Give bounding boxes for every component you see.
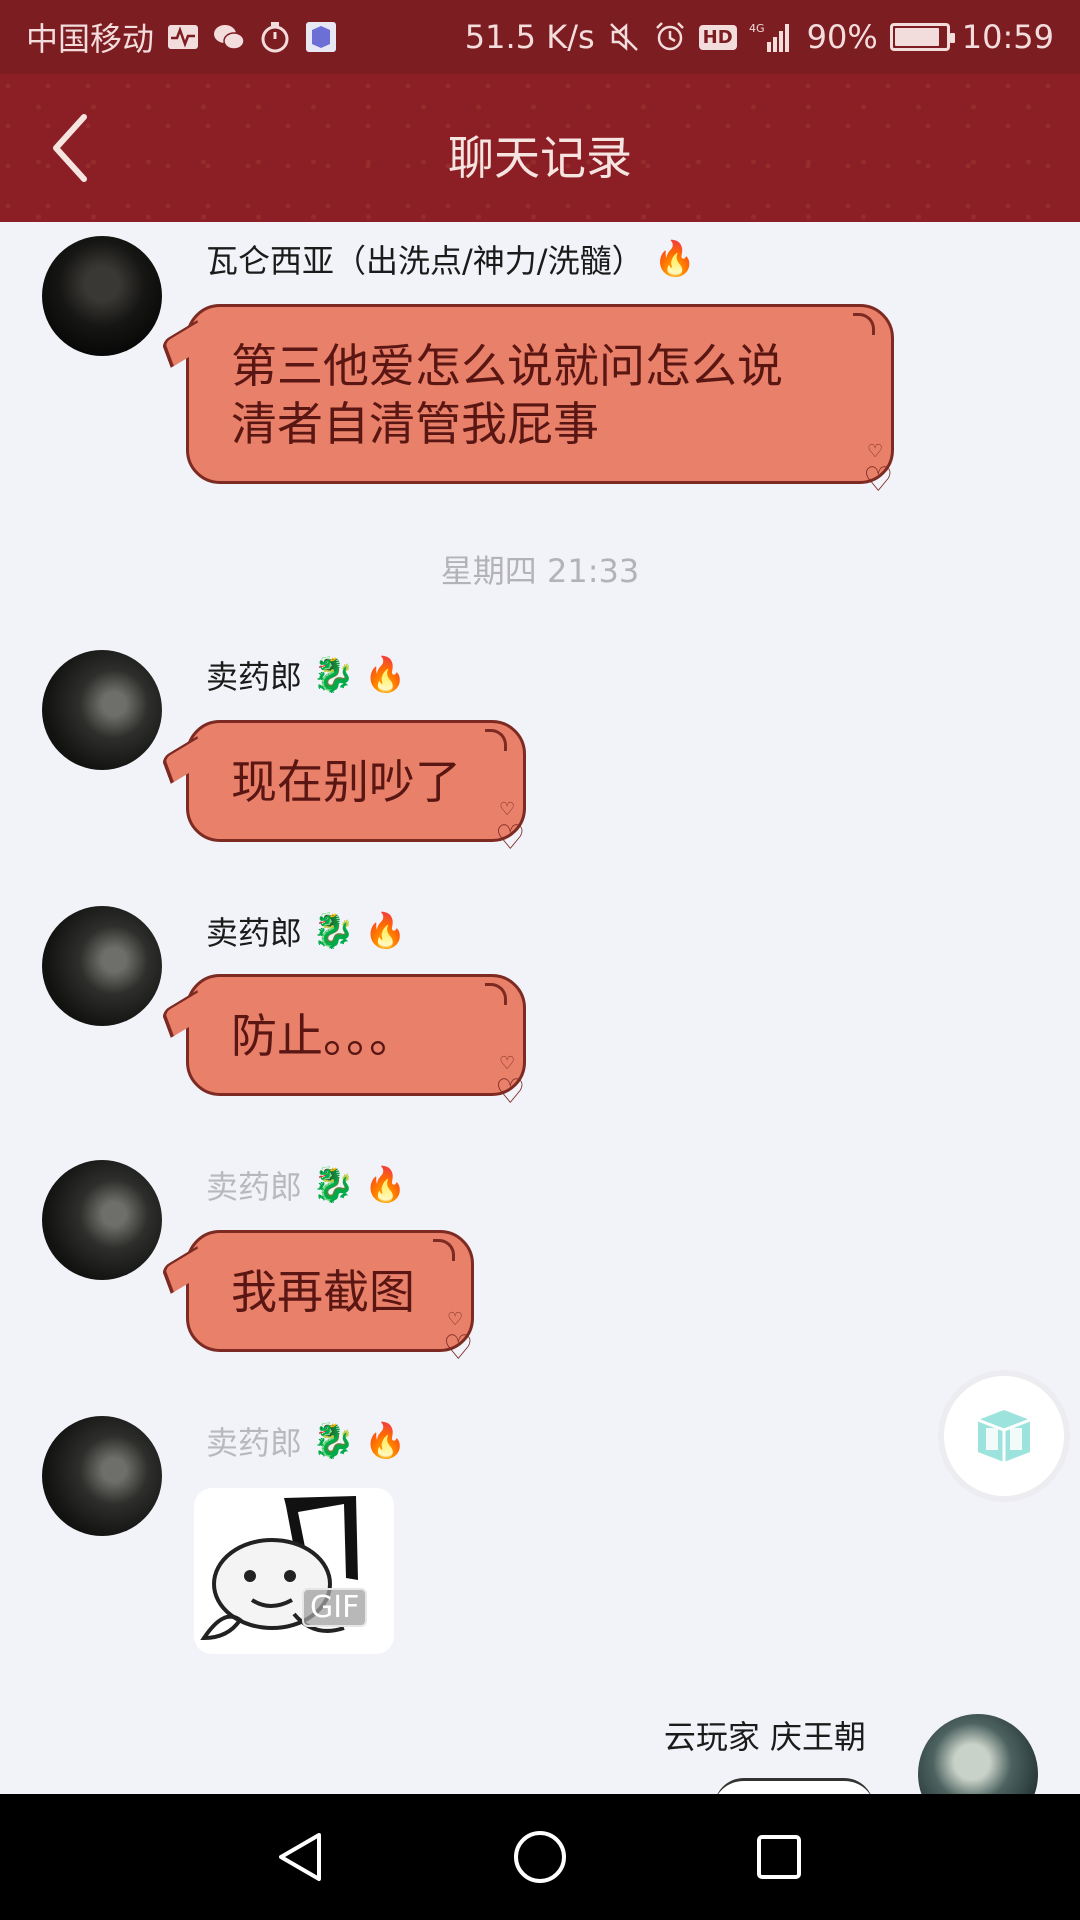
nav-recents-button[interactable] (740, 1818, 818, 1896)
message-text-line: 清者自清管我屁事 (231, 397, 599, 451)
page-title: 聊天记录 (448, 131, 632, 185)
message-bubble[interactable]: 防止。。。 ♡ ♡ (161, 974, 526, 1109)
sender-name: 卖药郎 🐉 🔥 (206, 1162, 407, 1208)
floating-cube-button[interactable] (944, 1376, 1064, 1496)
status-bar-left: 中国移动 (26, 0, 338, 74)
status-bar: 中国移动 51.5 K/s HD 4G 90% 10:59 (0, 0, 1080, 74)
bubble-tail (161, 320, 207, 368)
heart-large-icon: ♡ (495, 1072, 526, 1112)
mute-icon (609, 23, 638, 51)
hd-icon: HD (698, 24, 737, 50)
gif-sticker[interactable]: GIF (194, 1488, 394, 1654)
bubble-curl-decoration (485, 729, 507, 751)
status-bar-right: 51.5 K/s HD 4G 90% 10:59 (465, 0, 1054, 74)
heart-large-icon: ♡ (863, 460, 894, 500)
fire-badge-icon: 🔥 (364, 911, 407, 951)
dragon-badge-icon: 🐉 (312, 1421, 355, 1461)
fire-badge-icon: 🔥 (364, 1421, 407, 1461)
sender-name-text: 卖药郎 (206, 658, 303, 696)
message-text: 我再截图 (231, 1265, 415, 1319)
dragon-badge-icon: 🐉 (312, 655, 355, 695)
dragon-badge-icon: 🐉 (312, 1165, 355, 1205)
sender-name-text: 卖药郎 (206, 1168, 303, 1206)
message-bubble[interactable]: 第三他爱怎么说就问怎么说 清者自清管我屁事 ♡ ♡ (161, 304, 894, 497)
battery-icon (889, 23, 955, 51)
heart-small-icon: ♡ (499, 1053, 516, 1074)
heart-small-icon: ♡ (447, 1309, 464, 1330)
heart-large-icon: ♡ (443, 1328, 474, 1368)
heart-large-icon: ♡ (495, 818, 526, 858)
fire-badge-icon: 🔥 (364, 1165, 407, 1205)
activity-icon (168, 25, 199, 49)
avatar[interactable] (42, 906, 162, 1026)
nav-back-icon (279, 1833, 321, 1881)
avatar[interactable] (42, 236, 162, 356)
timestamp: 星期四 21:33 (440, 552, 640, 590)
sender-name: 卖药郎 🐉 🔥 (206, 652, 407, 698)
signal-icon: 4G (749, 22, 789, 52)
system-navigation-bar (0, 1794, 1080, 1920)
bubble-curl-decoration (433, 1239, 455, 1261)
network-type-label: 4G (749, 22, 765, 35)
message-bubble[interactable]: 我再截图 ♡ ♡ (161, 1230, 474, 1365)
fire-badge-icon: 🔥 (653, 239, 696, 279)
avatar[interactable] (42, 1416, 162, 1536)
battery-percent: 90% (806, 18, 878, 56)
battery-level-fill (894, 28, 940, 46)
message-text-line: 第三他爱怎么说就问怎么说 (231, 339, 783, 393)
sender-name-text: 瓦仑西亚（出洗点/神力/洗髓） (206, 242, 644, 280)
fire-badge-icon: 🔥 (364, 655, 407, 695)
heart-small-icon: ♡ (867, 441, 884, 462)
wechat-icon (214, 25, 245, 50)
avatar[interactable] (42, 650, 162, 770)
message-text: 防止。。。 (231, 1009, 415, 1063)
sender-name: 瓦仑西亚（出洗点/神力/洗髓） 🔥 (206, 236, 696, 282)
dragon-badge-icon: 🐉 (312, 911, 355, 951)
sender-name-text: 卖药郎 (206, 1424, 303, 1462)
bubble-tail (161, 736, 207, 784)
self-message-bubble-partial[interactable] (714, 1778, 874, 1794)
self-sender-name: 云玩家 庆王朝 (663, 1718, 866, 1756)
network-speed: 51.5 K/s (464, 18, 595, 56)
message-bubble[interactable]: 现在别吵了 ♡ ♡ (161, 720, 526, 855)
bubble-tail (161, 1246, 207, 1294)
sender-name: 卖药郎 🐉 🔥 (206, 1418, 407, 1464)
title-bar: 聊天记录 (0, 74, 1080, 222)
gif-label: GIF (302, 1588, 368, 1627)
app-cube-icon (306, 22, 337, 52)
chat-history[interactable]: 瓦仑西亚（出洗点/神力/洗髓） 🔥 第三他爱怎么说就问怎么说 清者自清管我屁事 … (0, 222, 1080, 1794)
bubble-tail (161, 990, 207, 1038)
message-text: 现在别吵了 (231, 755, 461, 809)
bubble-curl-decoration (485, 983, 507, 1005)
cube-icon (977, 1410, 1031, 1462)
sender-name-text: 卖药郎 (206, 914, 303, 952)
alarm-icon (655, 22, 684, 51)
sender-name: 卖药郎 🐉 🔥 (206, 908, 407, 954)
nav-recents-icon (757, 1835, 801, 1879)
carrier-name: 中国移动 (26, 20, 155, 58)
meme-face-image (200, 1496, 358, 1641)
clock: 10:59 (961, 18, 1054, 56)
timer-icon (261, 22, 289, 53)
avatar[interactable] (42, 1160, 162, 1280)
nav-home-button[interactable] (501, 1818, 579, 1896)
nav-back-button[interactable] (262, 1818, 340, 1896)
bubble-curl-decoration (853, 313, 875, 335)
self-avatar[interactable] (918, 1714, 1038, 1794)
heart-small-icon: ♡ (499, 799, 516, 820)
nav-home-icon (514, 1831, 566, 1883)
